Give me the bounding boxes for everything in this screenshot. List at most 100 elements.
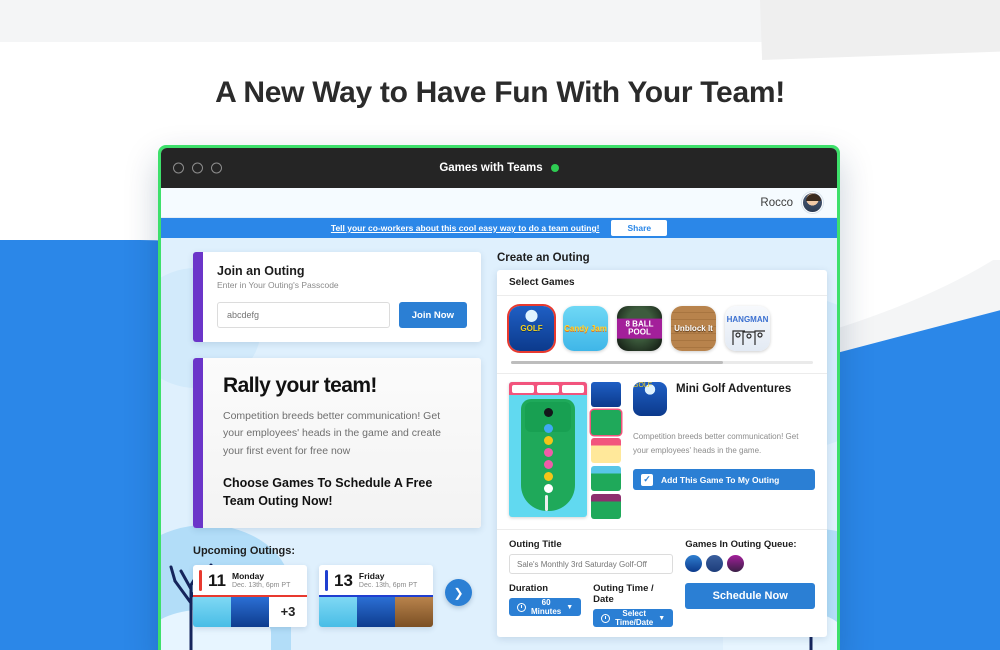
check-icon: ✓: [641, 473, 653, 486]
create-outing-heading: Create an Outing: [497, 252, 590, 264]
status-online-icon: [550, 164, 559, 172]
outing-extra-count: +3: [269, 596, 307, 627]
outing-form: Outing Title Duration 60 Minutes: [497, 529, 828, 637]
share-message[interactable]: Tell your co-workers about this cool eas…: [331, 223, 600, 233]
background-grey-slab: [760, 0, 1000, 60]
game-icon-unblock-it[interactable]: Unblock It: [671, 306, 716, 351]
game-icon-label: GOLF: [633, 382, 653, 389]
datetime-value: Select Time/Date: [615, 609, 654, 627]
golf-ball: [544, 484, 553, 493]
join-card-stripe: [193, 252, 203, 342]
join-title: Join an Outing: [217, 264, 305, 278]
game-info: GOLF Mini Golf Adventures Competition br…: [631, 382, 816, 519]
add-game-button[interactable]: ✓ Add This Game To My Outing: [633, 469, 816, 491]
schedule-now-button[interactable]: Schedule Now: [685, 583, 816, 609]
window-title-wrap: Games with Teams: [161, 162, 837, 174]
outing-day: 11: [208, 571, 226, 591]
screenshot-thumb[interactable]: [591, 494, 621, 519]
outing-title-input[interactable]: [509, 554, 674, 574]
game-detail-name: Mini Golf Adventures: [676, 383, 792, 395]
screenshot-thumb[interactable]: [591, 410, 621, 435]
game-icon-hangman[interactable]: HANGMAN: [725, 306, 770, 351]
rally-cta: Choose Games To Schedule A Free Team Out…: [223, 475, 433, 509]
game-info-header: GOLF Mini Golf Adventures: [633, 382, 815, 416]
rally-heading: Rally your team!: [223, 374, 377, 397]
upcoming-next-button[interactable]: ❯: [445, 579, 472, 607]
outing-card[interactable]: 11 Monday Dec. 13th, 6pm PT +3: [193, 565, 307, 627]
game-icon-label: Unblock It: [674, 323, 713, 333]
outing-game-thumbs: [319, 596, 433, 627]
create-outing-panel: Select Games GOLF Candy Jam 8 BALL POOL: [497, 270, 828, 637]
outing-meta: Friday Dec. 13th, 6pm PT: [359, 571, 417, 590]
outing-accent-bar: [199, 570, 202, 592]
golf-ball: [544, 448, 553, 457]
clock-icon: [517, 602, 526, 612]
game-thumb-unblock: [395, 596, 433, 627]
outing-title-label: Outing Title: [509, 539, 562, 550]
game-thumb-golf: [231, 596, 269, 627]
queue-game-icon[interactable]: [685, 555, 703, 572]
window-controls[interactable]: [173, 162, 222, 174]
golf-hole: [544, 408, 553, 417]
datetime-label: Outing Time / Date: [593, 583, 654, 605]
game-thumb-candy: [193, 596, 231, 627]
game-icon-mini-golf[interactable]: GOLF: [509, 306, 554, 351]
join-card-body: Join an Outing Enter in Your Outing's Pa…: [203, 252, 481, 342]
game-detail: GOLF Mini Golf Adventures Competition br…: [497, 373, 828, 529]
hud-pill: [512, 384, 534, 393]
game-thumb-candy: [319, 596, 357, 627]
window-titlebar: Games with Teams: [161, 148, 837, 188]
rally-paragraph: Competition breeds better communication!…: [223, 410, 441, 457]
game-icon-8-ball-pool[interactable]: 8 BALL POOL: [617, 306, 662, 351]
share-button[interactable]: Share: [611, 220, 668, 236]
screenshot-thumb[interactable]: [591, 466, 621, 491]
game-screenshot-main[interactable]: [509, 382, 587, 517]
minimize-icon[interactable]: [192, 162, 203, 174]
game-icon-label: HANGMAN: [726, 314, 769, 324]
user-bar: Rocco: [161, 188, 837, 218]
screenshot-thumb[interactable]: [591, 438, 621, 463]
outing-weekday: Monday: [231, 571, 265, 582]
golf-ball: [544, 436, 553, 445]
queue-label: Games In Outing Queue:: [685, 539, 797, 550]
duration-group: Duration 60 Minutes ▼: [509, 583, 582, 627]
duration-value: 60 Minutes: [531, 598, 562, 616]
passcode-input[interactable]: [217, 302, 390, 328]
app-content: Join an Outing Enter in Your Outing's Pa…: [161, 238, 837, 650]
outing-accent-bar: [325, 570, 328, 592]
outing-card[interactable]: 13 Friday Dec. 13th, 6pm PT: [319, 565, 433, 627]
queue-icons: [685, 555, 815, 572]
add-game-label: Add This Game To My Outing: [661, 474, 780, 485]
right-column: Create an Outing Select Games GOLF Candy…: [497, 252, 828, 650]
queue-game-icon[interactable]: [727, 555, 745, 572]
game-scrollbar[interactable]: [511, 361, 814, 364]
game-icon-large: GOLF: [633, 382, 667, 416]
duration-dropdown[interactable]: 60 Minutes ▼: [509, 598, 582, 616]
datetime-dropdown[interactable]: Select Time/Date ▼: [593, 609, 674, 627]
game-scrollbar-thumb[interactable]: [511, 361, 723, 364]
join-now-button[interactable]: Join Now: [398, 302, 467, 328]
golf-ball: [544, 424, 553, 433]
game-icon-candy-jam[interactable]: Candy Jam: [563, 306, 608, 351]
game-screenshot-thumbs: [591, 382, 621, 519]
game-selector-row: GOLF Candy Jam 8 BALL POOL Unblock It HA…: [497, 296, 827, 356]
queue-game-icon[interactable]: [706, 555, 724, 572]
game-preview: [509, 382, 621, 519]
window-title: Games with Teams: [439, 162, 543, 174]
game-icon-label: 8 BALL POOL: [617, 318, 662, 339]
user-name: Rocco: [760, 196, 793, 209]
select-games-label: Select Games: [497, 270, 828, 296]
outing-datetime: Dec. 13th, 6pm PT: [358, 582, 418, 590]
game-detail-description: Competition breeds better communication!…: [633, 432, 799, 455]
avatar[interactable]: [802, 192, 823, 213]
caret-down-icon: ▼: [566, 603, 574, 611]
screenshot-thumb[interactable]: [591, 382, 621, 407]
outing-form-left: Outing Title Duration 60 Minutes: [509, 539, 674, 627]
close-icon[interactable]: [173, 162, 184, 174]
maximize-icon[interactable]: [211, 162, 222, 174]
share-banner: Tell your co-workers about this cool eas…: [161, 218, 837, 238]
page-title: A New Way to Have Fun With Your Team!: [215, 76, 785, 109]
page-root: A New Way to Have Fun With Your Team! Ga…: [0, 0, 1000, 650]
game-icon-label: GOLF: [520, 323, 543, 333]
game-icon-label: Candy Jam: [564, 323, 607, 333]
